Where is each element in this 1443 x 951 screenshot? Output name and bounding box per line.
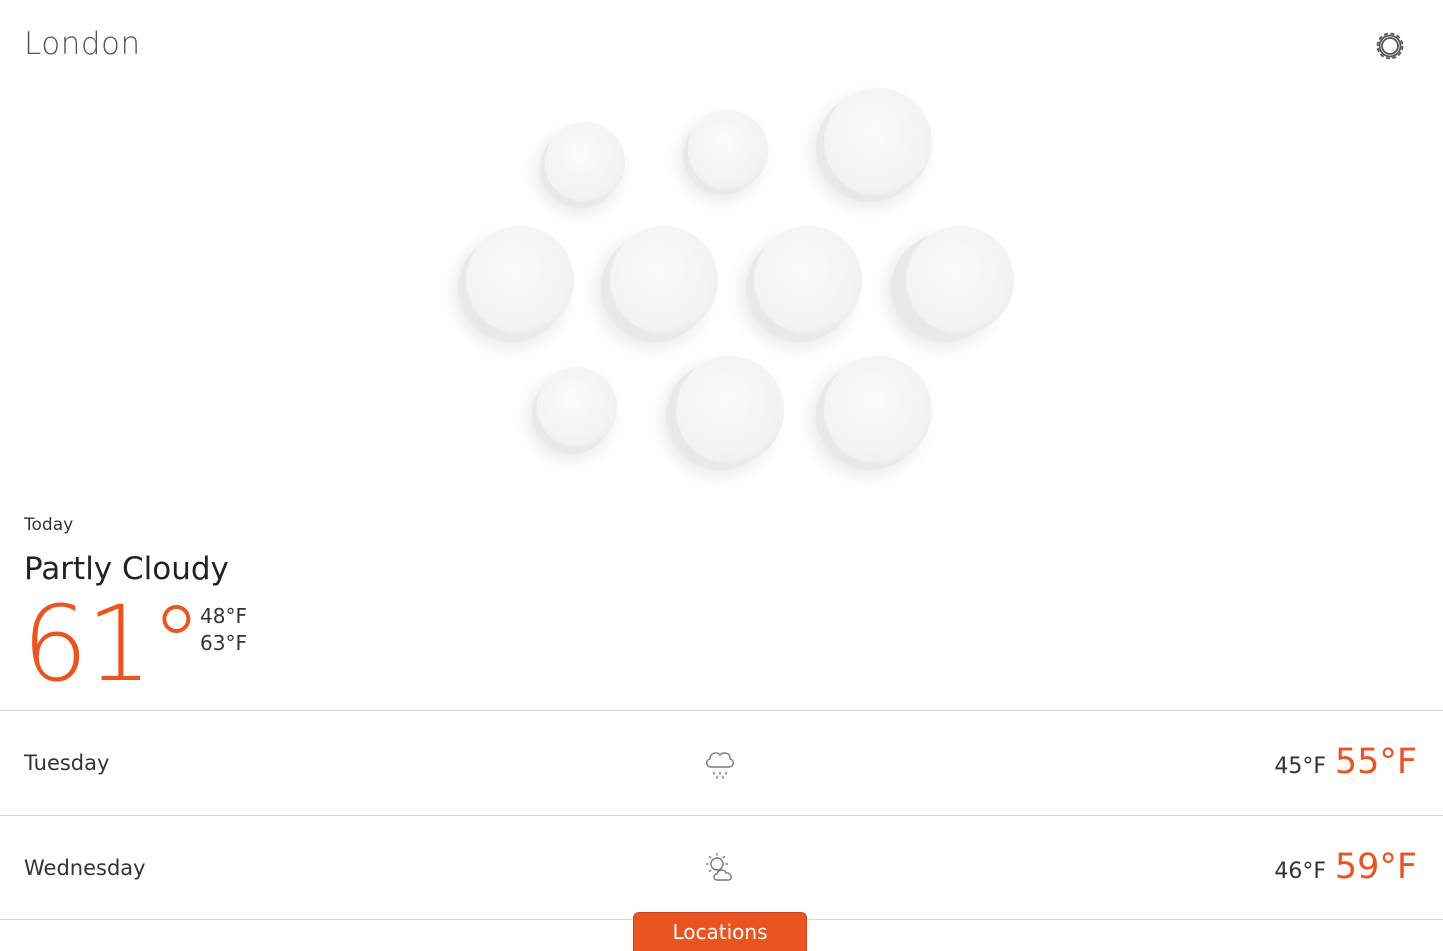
cloud-disc (812, 88, 932, 208)
city-name: London (24, 26, 141, 62)
cloud-disc (741, 226, 862, 348)
today-label: Today (24, 515, 74, 535)
forecast-low: 45°F (1274, 754, 1326, 779)
cloud-disc (662, 356, 784, 476)
today-low: 48°F (200, 604, 247, 628)
partly-cloudy-icon (702, 850, 738, 886)
forecast-day: Tuesday (24, 751, 110, 775)
forecast-row-tuesday[interactable]: Tuesday 45°F 55°F (0, 711, 1443, 815)
cloud-disc (536, 122, 625, 214)
today-low-high: 48°F 63°F (200, 603, 247, 657)
forecast-high: 55°F (1334, 742, 1417, 782)
rain-cloud-icon (702, 746, 738, 782)
cloud-disc (679, 110, 768, 201)
current-temperature: 61° (22, 583, 202, 705)
locations-button[interactable]: Locations (633, 912, 807, 951)
current-condition: Partly Cloudy (24, 551, 229, 587)
forecast-row-wednesday[interactable]: Wednesday 46°F 59°F (0, 816, 1443, 920)
cloud-disc (528, 367, 617, 460)
weather-illustration (420, 80, 1040, 500)
forecast-low: 46°F (1274, 859, 1326, 884)
cloud-disc (886, 226, 1014, 348)
gear-icon[interactable] (1372, 28, 1408, 64)
forecast-day: Wednesday (24, 856, 146, 880)
weather-app: London Today Partly Cloudy 61° 48°F 63°F… (0, 0, 1443, 951)
forecast-high: 59°F (1334, 847, 1417, 887)
today-high: 63°F (200, 631, 247, 655)
cloud-disc (596, 226, 718, 348)
cloud-disc (811, 356, 932, 476)
cloud-disc (454, 226, 574, 348)
